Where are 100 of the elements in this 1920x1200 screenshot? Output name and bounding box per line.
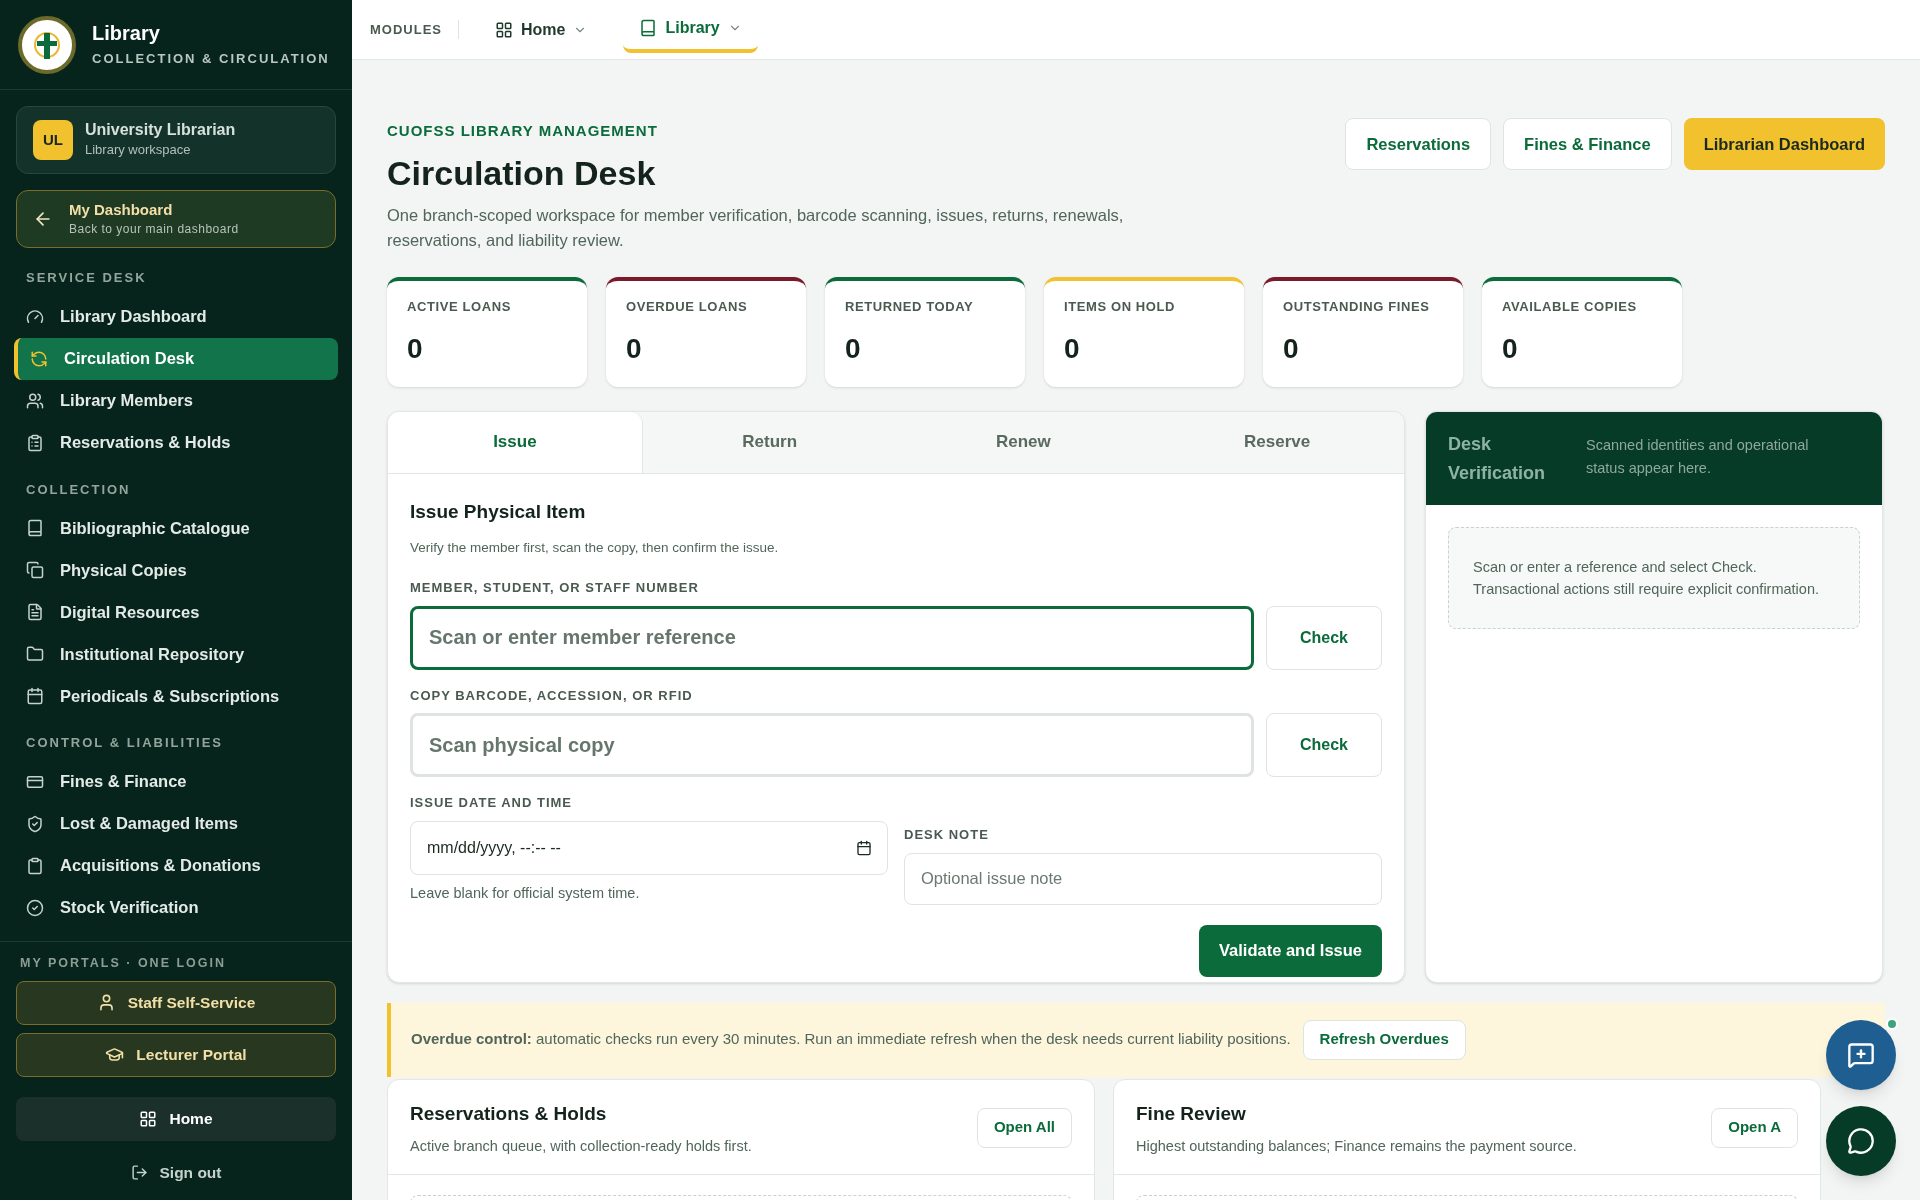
- refresh-icon: [30, 349, 48, 368]
- nav-item[interactable]: Fines & Finance: [14, 760, 338, 803]
- nav-item[interactable]: Digital Resources: [14, 591, 338, 633]
- panel-title: Reservations & Holds: [410, 1101, 608, 1126]
- panel-description: Active branch queue, with collection-ready holds first.: [410, 1137, 752, 1156]
- nav-item[interactable]: Library Members: [14, 379, 338, 422]
- form-title: Issue Physical Item: [410, 499, 587, 524]
- tab[interactable]: Reserve: [1150, 411, 1404, 473]
- grid-icon: [495, 20, 513, 39]
- refresh-overdues-button[interactable]: Refresh Overdues: [1302, 1019, 1466, 1060]
- user-role: Library workspace: [85, 141, 192, 160]
- clipboard-icon: [26, 433, 44, 452]
- stat-label: OUTSTANDING FINES: [1283, 297, 1431, 316]
- verification-title: Desk Verification: [1448, 432, 1547, 485]
- user-name: University Librarian: [85, 120, 236, 141]
- header-action-button[interactable]: Fines & Finance: [1503, 118, 1672, 170]
- nav-section-heading: COLLECTION: [25, 480, 132, 499]
- open-all-button[interactable]: Open A: [1711, 1107, 1798, 1148]
- form-description: Verify the member first, scan the copy, then confirm the issue.: [410, 539, 780, 557]
- my-dashboard-title: My Dashboard: [69, 200, 174, 220]
- book-icon: [639, 18, 658, 37]
- calendar-icon: [26, 687, 44, 705]
- nav-item[interactable]: Institutional Repository: [14, 633, 338, 675]
- stat-value: 0: [1283, 332, 1300, 366]
- gauge-icon: [26, 307, 44, 326]
- open-all-button[interactable]: Open All: [976, 1107, 1072, 1148]
- app-title: Library: [92, 20, 161, 45]
- stat-value: 0: [407, 332, 424, 366]
- field-label: MEMBER, STUDENT, OR STAFF NUMBER: [410, 579, 700, 598]
- app-subtitle: COLLECTION & CIRCULATION: [92, 49, 330, 68]
- portal-button[interactable]: Lecturer Portal: [16, 1032, 336, 1077]
- page-description: One branch-scoped workspace for member verification, barcode scanning, issues, returns, renewals, reservations, and liability review.: [387, 204, 1125, 251]
- my-dashboard-subtitle: Back to your main dashboard: [69, 221, 239, 238]
- date-time-field[interactable]: mm/dd/yyyy, --:-- --: [410, 820, 888, 875]
- header-action-button[interactable]: Librarian Dashboard: [1683, 118, 1885, 170]
- stat-value: 0: [845, 332, 862, 366]
- stat-label: AVAILABLE COPIES: [1502, 297, 1638, 316]
- nav-section-heading: CONTROL & LIABILITIES: [25, 734, 225, 752]
- user-avatar: UL: [33, 120, 73, 160]
- check-button[interactable]: Check: [1266, 713, 1382, 778]
- stat-value: 0: [626, 332, 643, 366]
- tab[interactable]: Renew: [896, 411, 1151, 473]
- tab[interactable]: Issue: [388, 411, 643, 473]
- page-eyebrow: CUOFSS LIBRARY MANAGEMENT: [387, 121, 659, 141]
- check-button[interactable]: Check: [1266, 605, 1382, 670]
- stat-label: ACTIVE LOANS: [407, 297, 512, 316]
- grid-icon: [139, 1109, 158, 1128]
- nav-item[interactable]: Bibliographic Catalogue: [14, 507, 338, 549]
- shield-check-icon: [26, 814, 44, 833]
- folder-icon: [26, 645, 44, 663]
- nav-section-heading: SERVICE DESK: [25, 269, 148, 287]
- chat-sparkle-icon: [1847, 1041, 1875, 1069]
- stat-label: RETURNED TODAY: [845, 297, 975, 316]
- modules-label: MODULES: [370, 19, 459, 40]
- nav-item[interactable]: Reservations & Holds: [14, 421, 338, 464]
- users-icon: [26, 391, 44, 410]
- nav-item[interactable]: Circulation Desk: [14, 337, 338, 380]
- module-tab[interactable]: Library: [623, 6, 758, 53]
- library-logo-icon: [18, 15, 76, 74]
- nav-item[interactable]: Physical Copies: [14, 549, 338, 591]
- header-action-button[interactable]: Reservations: [1345, 118, 1492, 170]
- stat-label: OVERDUE LOANS: [626, 297, 749, 316]
- nav-item[interactable]: Lost & Damaged Items: [14, 802, 338, 845]
- file-icon: [26, 603, 44, 621]
- field-label: DESK NOTE: [904, 826, 990, 845]
- panel-title: Fine Review: [1136, 1101, 1247, 1126]
- stat-value: 0: [1064, 332, 1081, 366]
- desk-note-field[interactable]: Optional issue note: [904, 852, 1382, 905]
- field-label: ISSUE DATE AND TIME: [410, 794, 573, 813]
- my-dashboard-link[interactable]: My Dashboard Back to your main dashboard: [16, 190, 336, 248]
- field-hint: Leave blank for official system time.: [410, 883, 641, 903]
- notice-text: Overdue control: automatic checks run every 30 minutes. Run an immediate refresh when the desk needs current liability positions.: [411, 1029, 1291, 1050]
- check-circle-icon: [26, 898, 44, 917]
- clipboard-icon: [26, 856, 44, 875]
- portal-button[interactable]: Staff Self-Service: [16, 980, 336, 1025]
- chat-icon: [1847, 1127, 1875, 1155]
- stat-label: ITEMS ON HOLD: [1064, 297, 1177, 316]
- nav-item[interactable]: Stock Verification: [14, 886, 338, 929]
- book-icon: [26, 519, 44, 537]
- tab[interactable]: Return: [642, 411, 897, 473]
- home-button[interactable]: Home: [16, 1096, 336, 1141]
- verification-subtitle: Scanned identities and operational status appear here.: [1586, 435, 1810, 478]
- nav-item[interactable]: Library Dashboard: [14, 295, 338, 338]
- page-title: Circulation Desk: [387, 152, 657, 194]
- nav-item[interactable]: Acquisitions & Donations: [14, 844, 338, 887]
- text-field[interactable]: Scan or enter member reference: [410, 605, 1254, 670]
- module-tab[interactable]: Home: [479, 6, 604, 53]
- sign-out-button[interactable]: Sign out: [130, 1160, 222, 1184]
- sign-out-icon: [130, 1163, 148, 1181]
- nav-item[interactable]: Periodicals & Subscriptions: [14, 675, 338, 717]
- calendar-icon: [856, 839, 872, 856]
- verification-empty-state: Scan or enter a reference and select Check. Transactional actions still require explicit confirmation.: [1448, 526, 1860, 629]
- panel-description: Highest outstanding balances; Finance remains the payment source.: [1136, 1137, 1577, 1156]
- copy-icon: [26, 561, 44, 579]
- portals-heading: MY PORTALS · ONE LOGIN: [19, 955, 228, 972]
- stat-value: 0: [1502, 332, 1519, 366]
- validate-issue-button[interactable]: Validate and Issue: [1198, 924, 1382, 977]
- assistant-button[interactable]: [1826, 1020, 1896, 1090]
- field-label: COPY BARCODE, ACCESSION, OR RFID: [410, 686, 694, 705]
- chat-button[interactable]: [1826, 1106, 1896, 1176]
